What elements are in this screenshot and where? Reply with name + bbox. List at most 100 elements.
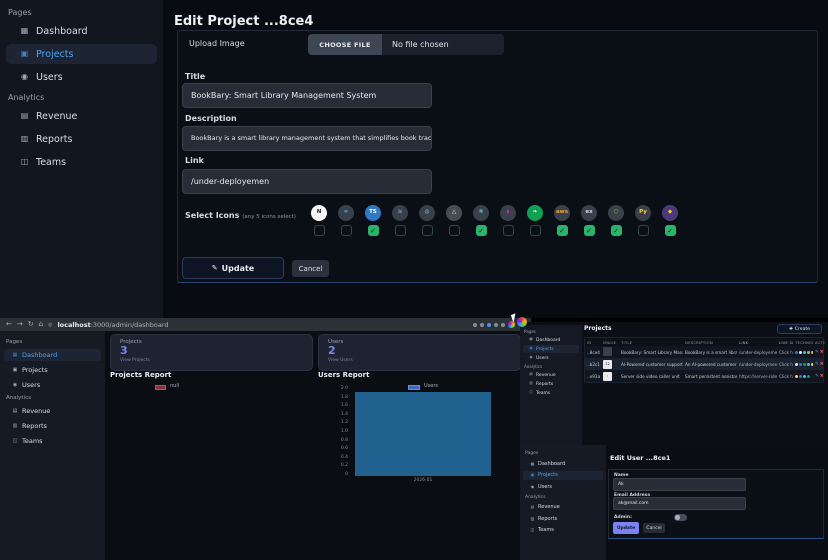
drizzle-checkbox[interactable]: [395, 225, 406, 236]
cell-id: ..b2c1: [585, 362, 601, 367]
create-button[interactable]: ✚ Create: [777, 324, 822, 334]
users-bar: [355, 392, 491, 476]
sidebar-item-reports[interactable]: ▥Reports: [523, 514, 603, 524]
cell-id: ..e93a: [585, 374, 601, 379]
nav-section-label: Analytics: [6, 395, 105, 401]
sidebar-item-dashboard[interactable]: ▦Dashboard: [6, 21, 157, 41]
home-icon[interactable]: ⌂: [39, 321, 43, 328]
extension-icon[interactable]: [494, 323, 498, 327]
sidebar-item-revenue[interactable]: ▤Revenue: [6, 106, 157, 126]
cell-live-site[interactable]: Click here: [777, 362, 793, 367]
file-upload-control[interactable]: CHOOSE FILE No file chosen: [308, 34, 504, 55]
webpack-icon: ◎: [419, 205, 435, 221]
cancel-button[interactable]: Cancel: [292, 260, 329, 277]
teams-icon: ◫: [530, 528, 535, 532]
update-button[interactable]: ✎ Update: [182, 257, 284, 279]
sidebar-item-users[interactable]: ◉Users: [523, 354, 579, 362]
firebase-checkbox[interactable]: ✓: [665, 225, 676, 236]
react-checkbox[interactable]: ✓: [476, 225, 487, 236]
typescript-checkbox[interactable]: ✓: [368, 225, 379, 236]
view-users-link[interactable]: View Users: [328, 358, 511, 363]
framer-motion-checkbox[interactable]: [503, 225, 514, 236]
cell-description: BookBary is a smart library management s…: [683, 350, 737, 355]
webpack-cell: ◎: [419, 205, 435, 236]
sidebar-item-reports[interactable]: ▥Reports: [523, 380, 579, 388]
webpack-checkbox[interactable]: [422, 225, 433, 236]
users-legend-swatch: [408, 385, 420, 390]
edit-user-screen: Pages▦Dashboard▣Projects◉UsersAnalytics▤…: [520, 445, 828, 560]
extension-icon[interactable]: [487, 323, 491, 327]
sidebar-item-projects[interactable]: ▣Projects: [6, 44, 157, 64]
sidebar-item-users[interactable]: ◉Users: [6, 67, 157, 87]
sidebar-item-teams[interactable]: ◫Teams: [6, 152, 157, 172]
view-projects-link[interactable]: View Projects: [120, 358, 303, 363]
sidebar-item-reports[interactable]: ▥Reports: [4, 420, 101, 432]
project-thumbnail: [603, 347, 612, 356]
sidebar-item-revenue[interactable]: ▤Revenue: [4, 405, 101, 417]
link-input[interactable]: /under-deployemen: [182, 169, 432, 194]
sidebar-item-label: Projects: [36, 49, 73, 60]
python-checkbox[interactable]: [638, 225, 649, 236]
edit-icon[interactable]: ✎: [815, 362, 819, 367]
name-input[interactable]: Ak: [613, 478, 746, 491]
edit-icon[interactable]: ✎: [815, 350, 819, 355]
sidebar-item-revenue[interactable]: ▤Revenue: [523, 503, 603, 513]
extension-icon[interactable]: [473, 323, 477, 327]
sidebar-item-dashboard[interactable]: ▦Dashboard: [4, 349, 101, 361]
sidebar-item-teams[interactable]: ◫Teams: [4, 435, 101, 447]
cell-technology: [793, 374, 813, 379]
title-input[interactable]: BookBary: Smart Library Management Syste…: [182, 83, 432, 108]
delete-icon[interactable]: ✖: [820, 350, 824, 355]
site-info-icon[interactable]: ◎: [48, 322, 52, 328]
sidebar-item-users[interactable]: ◉Users: [523, 482, 603, 492]
cell-live-site[interactable]: Click here: [777, 374, 793, 379]
column-header: Live Site: [777, 340, 793, 345]
revenue-icon: ▤: [12, 409, 18, 414]
express-checkbox[interactable]: ✓: [584, 225, 595, 236]
mongodb-checkbox[interactable]: [530, 225, 541, 236]
choose-file-button[interactable]: CHOOSE FILE: [308, 34, 382, 55]
sidebar-item-dashboard[interactable]: ▦Dashboard: [523, 336, 579, 344]
delete-icon[interactable]: ✖: [820, 374, 824, 379]
address-bar[interactable]: localhost:3000/admin/dashboard: [57, 321, 168, 329]
extension-icon[interactable]: [480, 323, 484, 327]
firebase-icon: ◆: [662, 205, 678, 221]
cancel-button[interactable]: Cancel: [643, 523, 665, 533]
description-input[interactable]: BookBary is a smart library management s…: [182, 126, 432, 151]
sidebar-item-dashboard[interactable]: ▦Dashboard: [523, 459, 603, 469]
nav-section-label: Pages: [525, 451, 606, 456]
cell-live-site[interactable]: Click here: [777, 350, 793, 355]
sidebar-item-projects[interactable]: ▣Projects: [523, 471, 603, 481]
prisma-icon: △: [446, 205, 462, 221]
email-input[interactable]: ak@mail.com: [613, 497, 746, 510]
sidebar-item-projects[interactable]: ▣Projects: [4, 364, 101, 376]
sidebar-item-users[interactable]: ◉Users: [4, 379, 101, 391]
sidebar-item-projects[interactable]: ▣Projects: [523, 345, 579, 353]
sidebar-item-label: Teams: [536, 391, 550, 396]
back-icon[interactable]: ←: [6, 321, 12, 328]
prisma-checkbox[interactable]: [449, 225, 460, 236]
aws-checkbox[interactable]: ✓: [557, 225, 568, 236]
sidebar-item-teams[interactable]: ◫Teams: [523, 389, 579, 397]
tailwind-checkbox[interactable]: [341, 225, 352, 236]
reports-icon: ▥: [12, 424, 18, 429]
table-row[interactable]: ..b2c122AI-Powered customer support chat…: [585, 358, 823, 370]
update-button[interactable]: Update: [613, 522, 639, 534]
column-header: Id: [585, 340, 601, 345]
colorful-avatar-icon: [517, 317, 527, 327]
revenue-icon: ▤: [529, 373, 533, 377]
table-row[interactable]: ..8ce4BookBary: Smart Library Management…: [585, 346, 823, 358]
sidebar-item-revenue[interactable]: ▤Revenue: [523, 371, 579, 379]
table-row[interactable]: ..e93a:Server side video caller unitSmar…: [585, 370, 823, 382]
nodejs-checkbox[interactable]: ✓: [611, 225, 622, 236]
y-axis-tick: 1.0: [341, 430, 348, 435]
forward-icon[interactable]: →: [17, 321, 23, 328]
sidebar-item-teams[interactable]: ◫Teams: [523, 526, 603, 536]
download-icon[interactable]: [501, 323, 505, 327]
edit-icon[interactable]: ✎: [815, 374, 819, 379]
nextjs-checkbox[interactable]: [314, 225, 325, 236]
delete-icon[interactable]: ✖: [820, 362, 824, 367]
admin-toggle[interactable]: [674, 514, 687, 521]
reload-icon[interactable]: ↻: [28, 321, 34, 328]
sidebar-item-reports[interactable]: ▥Reports: [6, 129, 157, 149]
